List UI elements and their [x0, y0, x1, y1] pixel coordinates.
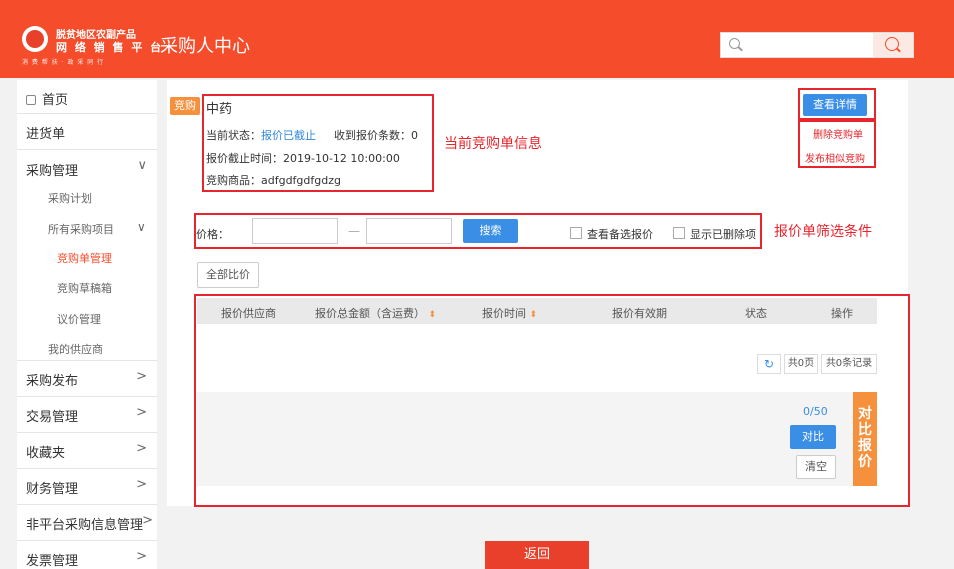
- sidebar-item-trade[interactable]: 交易管理 >: [17, 397, 157, 433]
- sidebar-subitem-negotiation[interactable]: 议价管理: [57, 311, 101, 327]
- logo-emblem: [22, 26, 48, 52]
- sidebar-item-offplatform[interactable]: 非平台采购信息管理 >: [17, 505, 157, 541]
- annotation-box-table: [194, 294, 910, 507]
- sidebar-item-publish[interactable]: 采购发布 >: [17, 361, 157, 397]
- annotation-info: 当前竞购单信息: [444, 136, 542, 152]
- chevron-right-icon: >: [136, 477, 147, 492]
- annotation-box-info: [202, 94, 434, 192]
- sidebar-item-label: 发票管理: [26, 554, 79, 569]
- chevron-right-icon: >: [136, 549, 147, 564]
- sidebar-item-favorites[interactable]: 收藏夹 >: [17, 433, 157, 469]
- sidebar-subitem-bid-drafts[interactable]: 竞购草稿箱: [57, 280, 112, 296]
- bid-type-tag: 竞购: [170, 97, 200, 115]
- home-icon: [26, 95, 36, 105]
- sidebar-subitem-projects[interactable]: 所有采购项目: [48, 221, 114, 237]
- return-button[interactable]: 返回: [485, 541, 589, 569]
- platform-logo[interactable]: 脱贫地区农副产品 网 络 销 售 平 台 消 费 帮 扶 · 政 采 同 行: [22, 20, 161, 66]
- search-button[interactable]: [873, 33, 913, 57]
- sidebar-subitem-bid-mgmt[interactable]: 竞购单管理: [57, 250, 112, 266]
- sidebar-item-invoice[interactable]: 发票管理 >: [17, 541, 157, 569]
- chevron-right-icon: >: [136, 441, 147, 456]
- search-icon: [885, 37, 899, 51]
- annotation-box-detail: [798, 88, 876, 120]
- logo-line-3: 消 费 帮 扶 · 政 采 同 行: [22, 59, 105, 66]
- sidebar-item-label: 首页: [42, 93, 69, 108]
- chevron-right-icon: >: [136, 405, 147, 420]
- sidebar-item-label: 非平台采购信息管理: [26, 518, 144, 533]
- sidebar-item-finance[interactable]: 财务管理 >: [17, 469, 157, 505]
- sidebar-subitem-suppliers[interactable]: 我的供应商: [48, 341, 103, 357]
- sidebar-item-label: 财务管理: [26, 482, 79, 497]
- search-icon: [729, 38, 740, 49]
- sidebar-item-cart[interactable]: 进货单: [17, 114, 157, 150]
- search-input[interactable]: [720, 32, 914, 58]
- chevron-down-icon: ∨: [137, 158, 147, 173]
- sidebar-item-home[interactable]: 首页: [17, 80, 157, 114]
- sidebar-item-label: 交易管理: [26, 410, 79, 425]
- annotation-filter: 报价单筛选条件: [774, 224, 872, 240]
- logo-line-2: 网 络 销 售 平 台: [56, 41, 164, 54]
- sidebar-item-label: 采购管理: [26, 164, 79, 179]
- sidebar-item-label: 收藏夹: [26, 446, 66, 461]
- app-title: 采购人中心: [160, 36, 250, 57]
- sidebar-subitem-plan[interactable]: 采购计划: [48, 190, 92, 206]
- chevron-right-icon: >: [142, 513, 153, 528]
- compare-all-button[interactable]: 全部比价: [197, 262, 259, 288]
- sidebar: 首页 进货单 采购管理 ∨ 采购计划 所有采购项目 ∨ 竞购单管理 竞购草稿箱 …: [17, 80, 157, 569]
- chevron-right-icon: >: [136, 369, 147, 384]
- annotation-box-actions: [798, 120, 876, 168]
- chevron-down-icon: ∨: [137, 220, 146, 234]
- top-header: 脱贫地区农副产品 网 络 销 售 平 台 消 费 帮 扶 · 政 采 同 行 采…: [0, 0, 954, 78]
- annotation-box-filter: [194, 213, 762, 249]
- sidebar-item-label: 进货单: [26, 127, 66, 142]
- sidebar-item-label: 采购发布: [26, 374, 79, 389]
